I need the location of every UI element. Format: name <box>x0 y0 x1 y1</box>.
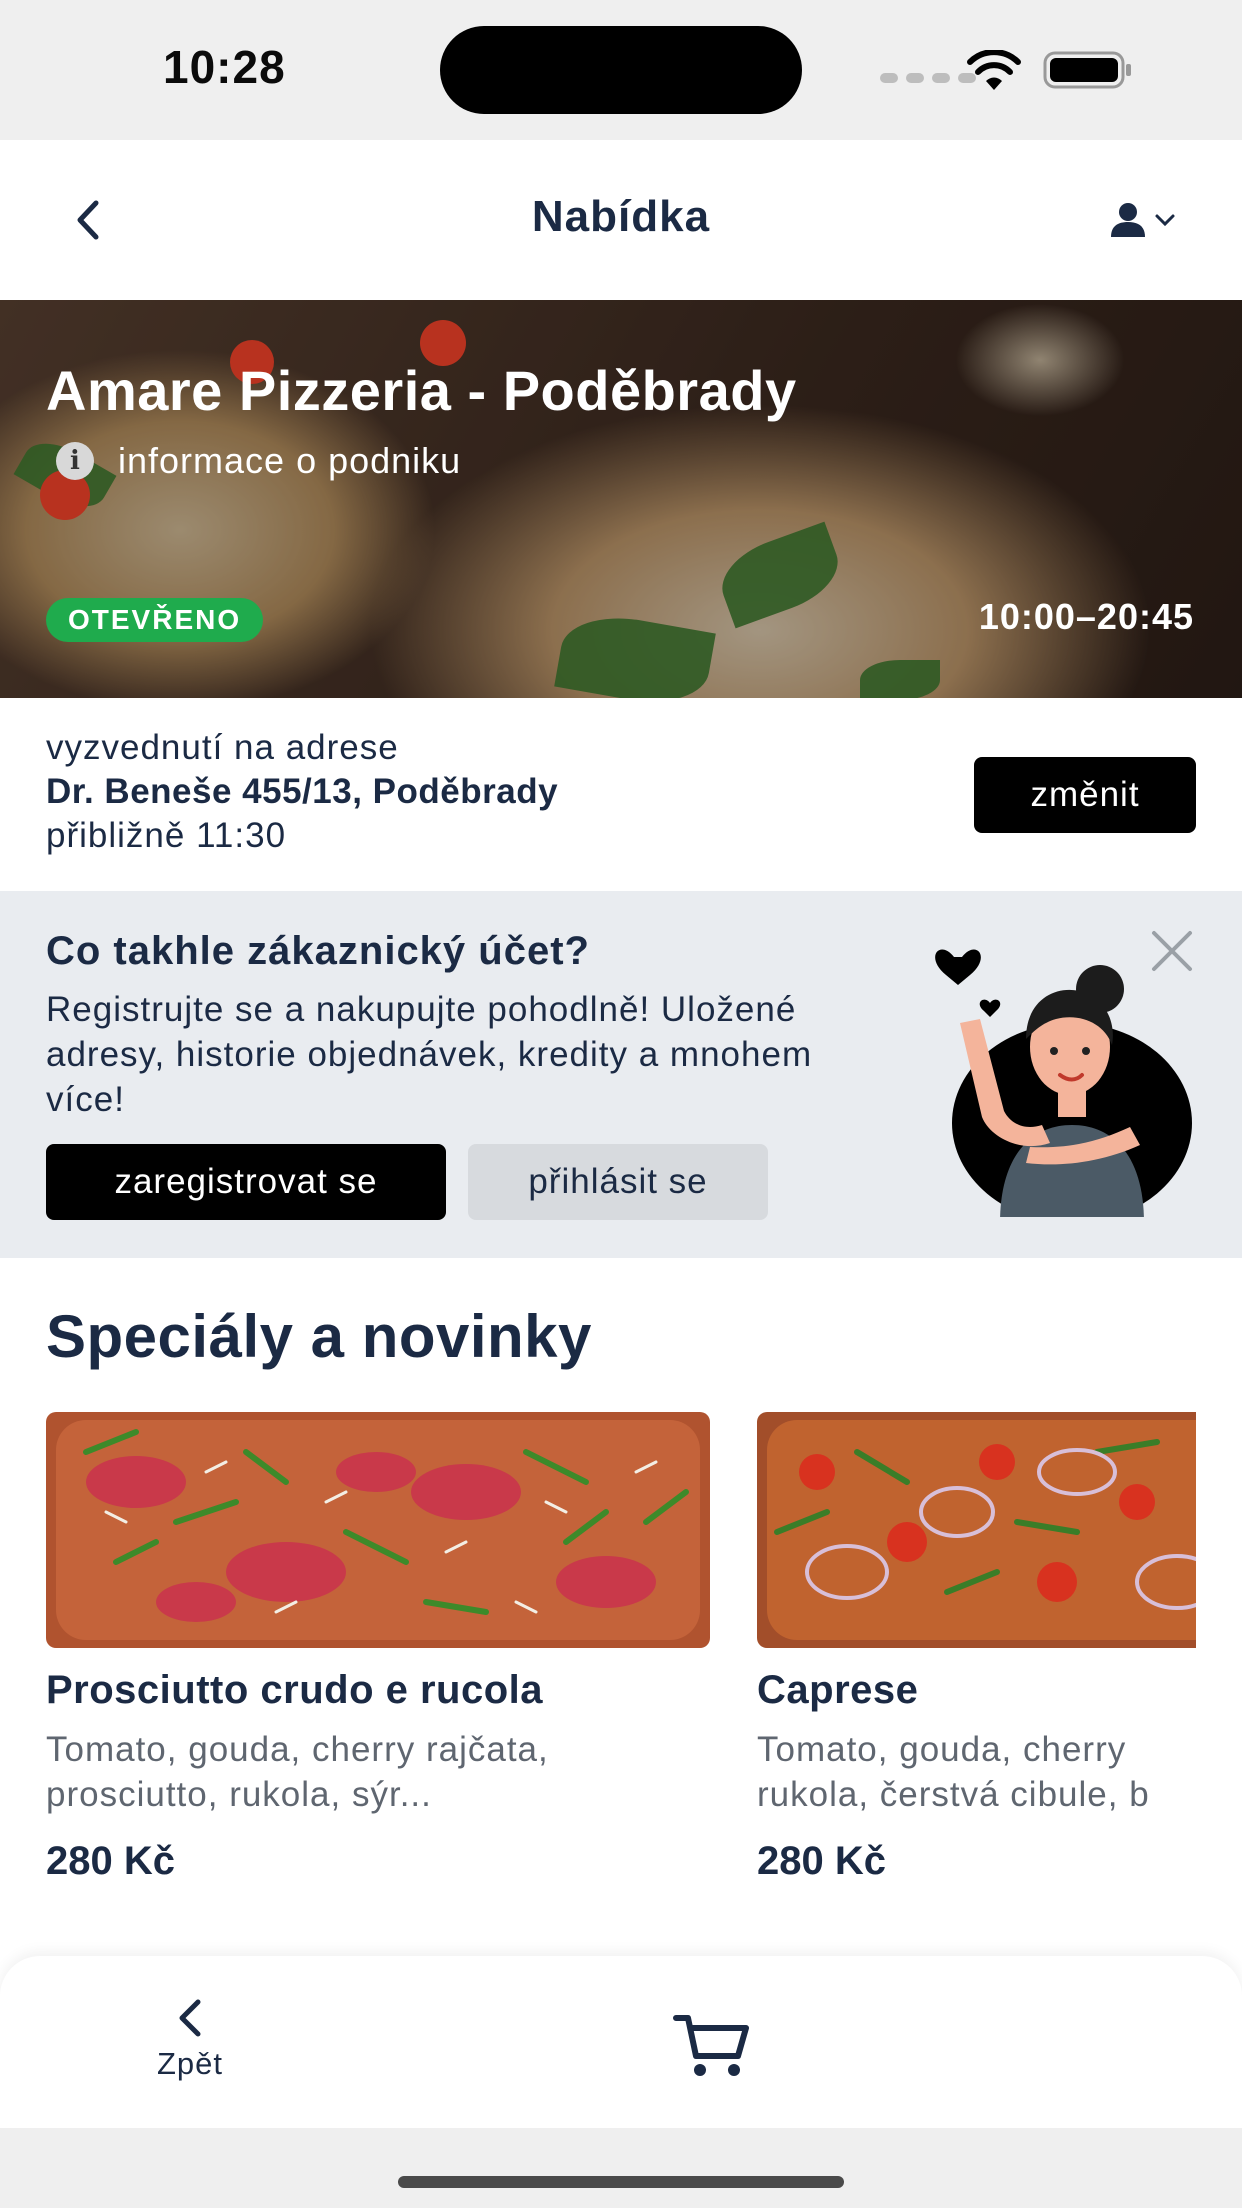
product-price: 280 Kč <box>757 1839 886 1883</box>
product-description-line: rukola, čerstvá cibule, b <box>757 1775 1150 1814</box>
product-image <box>757 1412 1196 1648</box>
chevron-down-icon <box>1155 214 1175 227</box>
product-price: 280 Kč <box>46 1839 175 1883</box>
account-menu-button[interactable] <box>1108 198 1188 242</box>
app-header: Nabídka <box>0 140 1242 300</box>
status-time: 10:28 <box>163 41 286 93</box>
pickup-time: přibližně 11:30 <box>46 816 287 855</box>
product-name: Prosciutto crudo e rucola <box>46 1668 544 1712</box>
register-button[interactable]: zaregistrovat se <box>46 1144 446 1220</box>
login-button[interactable]: přihlásit se <box>468 1144 768 1220</box>
pickup-label: vyzvednutí na adrese <box>46 728 399 767</box>
specials-title: Speciály a novinky <box>46 1303 592 1370</box>
restaurant-info-label: informace o podniku <box>118 440 462 481</box>
product-description: Tomato, gouda, cherry rukola, čerstvá ci… <box>757 1727 1196 1817</box>
wifi-icon <box>967 50 1021 90</box>
nav-back-button[interactable]: Zpět <box>140 1998 240 2088</box>
restaurant-name: Amare Pizzeria - Poděbrady <box>46 359 797 422</box>
page-title: Nabídka <box>531 192 711 241</box>
opening-hours: 10:00–20:45 <box>978 596 1194 637</box>
product-card[interactable]: Caprese Tomato, gouda, cherry rukola, če… <box>757 1412 1196 1884</box>
specials-carousel[interactable]: Prosciutto crudo e rucola Tomato, gouda,… <box>46 1412 1196 1892</box>
cart-icon[interactable] <box>672 2012 752 2080</box>
info-icon: i <box>56 442 94 480</box>
promo-text: Registrujte se a nakupujte pohodlně! Ulo… <box>46 990 813 1119</box>
nav-back-label: Zpět <box>156 2046 224 2081</box>
product-image <box>46 1412 710 1648</box>
battery-icon <box>1043 51 1131 89</box>
change-pickup-button[interactable]: změnit <box>974 757 1196 833</box>
restaurant-info-link[interactable]: i informace o podniku <box>56 440 461 482</box>
pickup-section: vyzvednutí na adrese Dr. Beneše 455/13, … <box>0 698 1242 891</box>
product-description-line: prosciutto, rukola, sýr... <box>46 1775 432 1814</box>
product-description: Tomato, gouda, cherry rajčata, prosciutt… <box>46 1727 710 1817</box>
status-bar: 10:28 <box>0 0 1242 140</box>
product-description-line: Tomato, gouda, cherry rajčata, <box>46 1730 549 1769</box>
promo-title: Co takhle zákaznický účet? <box>46 929 590 973</box>
product-description-line: Tomato, gouda, cherry <box>757 1730 1127 1769</box>
account-icon <box>1111 203 1145 237</box>
dynamic-island <box>440 26 802 114</box>
cellular-signal-icon <box>880 73 976 83</box>
product-card[interactable]: Prosciutto crudo e rucola Tomato, gouda,… <box>46 1412 710 1884</box>
back-icon <box>179 1999 201 2037</box>
account-promo-banner: Co takhle zákaznický účet? Registrujte s… <box>0 891 1242 1258</box>
close-icon[interactable] <box>1148 927 1196 975</box>
home-indicator-area <box>0 2128 1242 2208</box>
restaurant-hero: Amare Pizzeria - Poděbrady i informace o… <box>0 300 1242 698</box>
pickup-address: Dr. Beneše 455/13, Poděbrady <box>46 772 559 811</box>
status-badge: OTEVŘENO <box>46 598 264 642</box>
bottom-navigation: Zpět <box>0 1956 1242 2128</box>
home-indicator[interactable] <box>398 2176 844 2188</box>
product-name: Caprese <box>757 1668 919 1712</box>
